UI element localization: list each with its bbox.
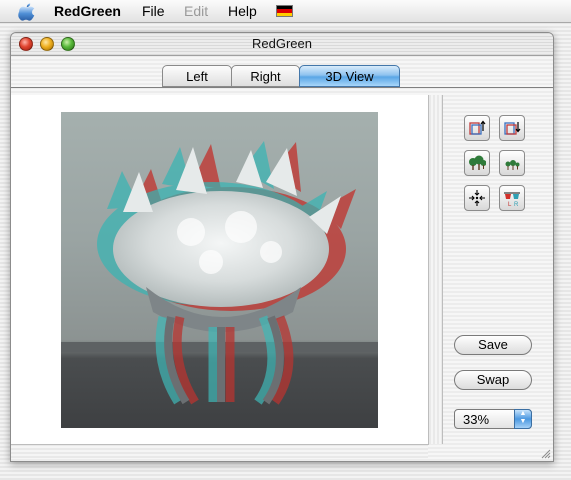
depth-decrease-button[interactable] [499,150,525,176]
menu-help[interactable]: Help [228,3,257,19]
vertical-scrollbar[interactable] [429,95,443,444]
shift-down-button[interactable] [499,115,525,141]
3d-glasses-icon: L R [504,192,520,207]
trees-large-icon [469,155,486,170]
horizontal-scrollbar[interactable] [11,445,428,458]
coral-image [61,141,378,405]
menu-bar: RedGreen File Edit Help [0,0,571,23]
main-window: RedGreen Left Right 3D View L R Save Swa… [10,32,554,462]
menu-edit[interactable]: Edit [184,3,208,19]
tab-bar: Left Right 3D View [162,65,400,89]
move-down-icon [504,122,521,135]
anaglyph-mode-button[interactable]: L R [499,185,525,211]
title-bar[interactable]: RedGreen [11,33,553,56]
german-flag-icon[interactable] [276,5,293,17]
menu-app-name[interactable]: RedGreen [54,3,121,19]
save-button[interactable]: Save [454,335,532,355]
shift-up-button[interactable] [464,115,490,141]
trees-small-icon [505,160,520,170]
tab-3d-view[interactable]: 3D View [299,65,400,87]
svg-text:L: L [508,202,512,207]
zoom-select[interactable]: 33% ▲ ▼ [454,409,532,429]
tab-left[interactable]: Left [162,65,232,87]
center-arrows-icon [469,190,485,206]
apple-menu-icon[interactable] [18,1,36,21]
stepper-arrows-icon: ▲ ▼ [514,409,532,429]
resize-grip-icon[interactable] [539,447,551,459]
zoom-value: 33% [463,412,490,427]
menu-file[interactable]: File [142,3,165,19]
swap-button[interactable]: Swap [454,370,532,390]
move-up-icon [469,120,486,135]
depth-increase-button[interactable] [464,150,490,176]
center-button[interactable] [464,185,490,211]
image-canvas[interactable] [11,95,429,445]
svg-text:R: R [514,202,519,207]
window-title: RedGreen [252,36,312,51]
anaglyph-photo [61,112,378,428]
tab-right[interactable]: Right [231,65,300,87]
